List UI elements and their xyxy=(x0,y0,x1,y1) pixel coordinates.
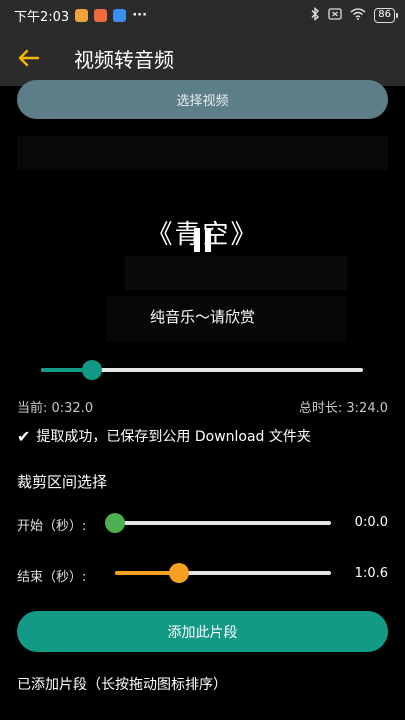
slider-thumb[interactable] xyxy=(105,513,125,533)
total-duration: 总时长: 3:24.0 xyxy=(298,401,388,416)
slider-thumb[interactable] xyxy=(169,563,189,583)
current-time: 当前: 0:32.0 xyxy=(17,401,94,416)
select-video-button[interactable]: 选择视频 xyxy=(17,80,388,119)
playback-slider[interactable] xyxy=(41,358,363,382)
video-subtitle: 纯音乐～请欣赏 xyxy=(149,308,255,326)
video-player[interactable]: 《青空》 纯音乐～请欣赏 xyxy=(17,136,388,352)
slider-thumb[interactable] xyxy=(82,360,102,380)
bluetooth-icon xyxy=(310,6,320,24)
battery-icon: 86 xyxy=(374,7,398,23)
end-value: 1:0.6 xyxy=(354,566,388,581)
sim-icon xyxy=(328,7,342,23)
added-segments-heading: 已添加片段（长按拖动图标排序） xyxy=(17,677,227,693)
status-message: ✔ 提取成功，已保存到公用 Download 文件夹 xyxy=(17,426,388,446)
trim-section-heading: 裁剪区间选择 xyxy=(17,473,108,491)
end-label: 结束（秒）: xyxy=(17,570,87,585)
status-bar: 下午2:03 ··· 86 xyxy=(0,0,405,30)
app-notification-icon xyxy=(94,8,108,22)
pause-icon[interactable] xyxy=(192,228,214,252)
video-frame-region xyxy=(125,256,347,290)
more-notifications-icon: ··· xyxy=(132,7,148,23)
page-title: 视频转音频 xyxy=(74,47,174,72)
wifi-icon xyxy=(350,7,366,23)
checkmark-icon: ✔ xyxy=(17,426,31,446)
status-time: 下午2:03 xyxy=(14,9,70,25)
start-time-slider[interactable] xyxy=(105,511,331,535)
video-frame-region xyxy=(17,136,388,170)
app-notification-icon xyxy=(113,8,127,22)
slider-track xyxy=(115,521,331,525)
end-time-slider[interactable] xyxy=(115,561,331,585)
back-arrow-icon[interactable] xyxy=(0,30,58,86)
time-row: 当前: 0:32.0 总时长: 3:24.0 xyxy=(17,397,388,416)
start-label: 开始（秒）: xyxy=(17,519,87,534)
status-message-text: 提取成功，已保存到公用 Download 文件夹 xyxy=(36,429,311,445)
start-value: 0:0.0 xyxy=(354,515,388,530)
add-segment-button[interactable]: 添加此片段 xyxy=(17,611,388,652)
app-bar: 视频转音频 xyxy=(0,30,405,86)
app-notification-icon xyxy=(75,8,89,22)
